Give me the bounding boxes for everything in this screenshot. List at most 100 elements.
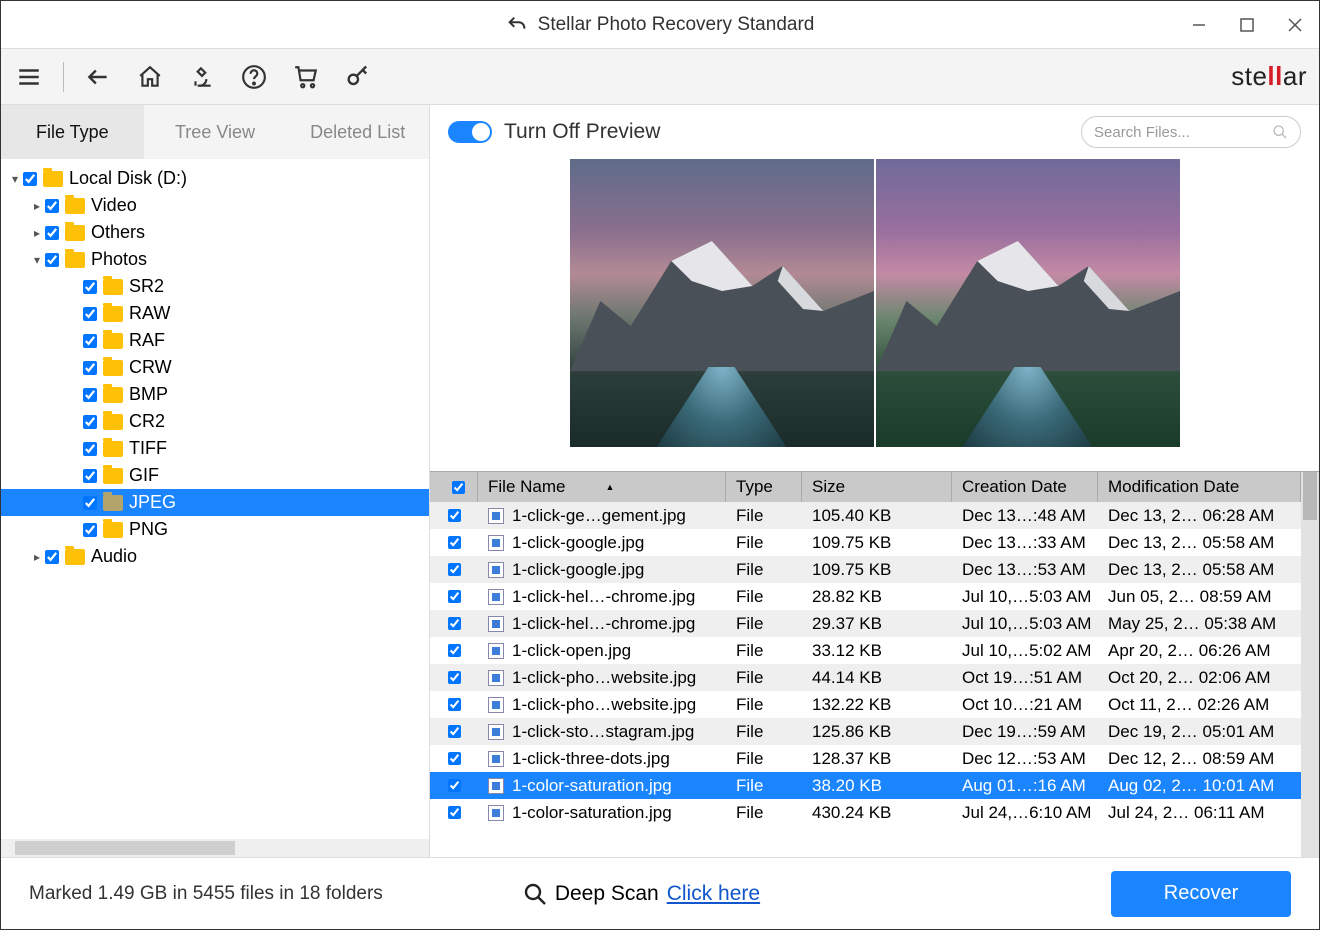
row-checkbox[interactable]	[448, 590, 461, 603]
folder-icon	[65, 225, 85, 241]
header-creation-date[interactable]: Creation Date	[952, 472, 1098, 502]
tree-label: PNG	[129, 519, 168, 540]
folder-icon	[103, 522, 123, 538]
home-icon[interactable]	[134, 61, 166, 93]
tree-checkbox[interactable]	[83, 415, 97, 429]
folder-tree[interactable]: ▾Local Disk (D:)▸Video▸Others▾PhotosSR2R…	[1, 159, 429, 839]
table-row[interactable]: 1-click-open.jpg File 33.12 KB Jul 10,…5…	[430, 637, 1301, 664]
cell-modification-date: Oct 11, 2… 02:26 AM	[1098, 695, 1301, 715]
cell-size: 29.37 KB	[802, 614, 952, 634]
recover-button[interactable]: Recover	[1111, 871, 1291, 917]
tree-node-jpeg[interactable]: JPEG	[1, 489, 429, 516]
search-input[interactable]: Search Files...	[1081, 116, 1301, 148]
tree-checkbox[interactable]	[23, 172, 37, 186]
cart-icon[interactable]	[290, 61, 322, 93]
tree-node-crw[interactable]: CRW	[1, 354, 429, 381]
tree-node-photos[interactable]: ▾Photos	[1, 246, 429, 273]
row-checkbox[interactable]	[448, 617, 461, 630]
tree-node-tiff[interactable]: TIFF	[1, 435, 429, 462]
help-icon[interactable]	[238, 61, 270, 93]
table-row[interactable]: 1-click-pho…website.jpg File 132.22 KB O…	[430, 691, 1301, 718]
menu-icon[interactable]	[13, 61, 45, 93]
tree-node-bmp[interactable]: BMP	[1, 381, 429, 408]
table-row[interactable]: 1-click-google.jpg File 109.75 KB Dec 13…	[430, 556, 1301, 583]
caret-icon[interactable]: ▸	[29, 550, 45, 564]
tree-label: CRW	[129, 357, 172, 378]
tree-checkbox[interactable]	[83, 280, 97, 294]
row-checkbox[interactable]	[448, 752, 461, 765]
caret-icon[interactable]: ▾	[7, 172, 23, 186]
header-file-name[interactable]: File Name▲	[478, 472, 726, 502]
tree-checkbox[interactable]	[83, 523, 97, 537]
table-row[interactable]: 1-click-hel…-chrome.jpg File 28.82 KB Ju…	[430, 583, 1301, 610]
row-checkbox[interactable]	[448, 671, 461, 684]
row-checkbox[interactable]	[448, 698, 461, 711]
row-checkbox[interactable]	[448, 563, 461, 576]
back-icon[interactable]	[82, 61, 114, 93]
tree-checkbox[interactable]	[83, 334, 97, 348]
tree-checkbox[interactable]	[83, 469, 97, 483]
tree-node-audio[interactable]: ▸Audio	[1, 543, 429, 570]
header-size[interactable]: Size	[802, 472, 952, 502]
close-button[interactable]	[1271, 1, 1319, 49]
row-checkbox[interactable]	[448, 644, 461, 657]
preview-pane	[430, 159, 1319, 471]
cell-size: 128.37 KB	[802, 749, 952, 769]
undo-icon[interactable]	[506, 14, 528, 36]
tab-deleted-list[interactable]: Deleted List	[286, 105, 429, 159]
tab-file-type[interactable]: File Type	[1, 105, 144, 159]
tree-checkbox[interactable]	[83, 388, 97, 402]
cell-file-name: 1-color-saturation.jpg	[512, 803, 672, 823]
caret-icon[interactable]: ▸	[29, 199, 45, 213]
tree-checkbox[interactable]	[45, 550, 59, 564]
tree-checkbox[interactable]	[83, 361, 97, 375]
tab-tree-view[interactable]: Tree View	[144, 105, 287, 159]
preview-toggle-label: Turn Off Preview	[504, 120, 660, 144]
deep-scan-link[interactable]: Click here	[667, 882, 760, 906]
row-checkbox[interactable]	[448, 779, 461, 792]
row-checkbox[interactable]	[448, 725, 461, 738]
tree-node-png[interactable]: PNG	[1, 516, 429, 543]
row-checkbox[interactable]	[448, 509, 461, 522]
search-placeholder: Search Files...	[1094, 124, 1190, 141]
table-row[interactable]: 1-click-three-dots.jpg File 128.37 KB De…	[430, 745, 1301, 772]
table-row[interactable]: 1-click-sto…stagram.jpg File 125.86 KB D…	[430, 718, 1301, 745]
row-checkbox[interactable]	[448, 536, 461, 549]
tree-node-raw[interactable]: RAW	[1, 300, 429, 327]
tree-checkbox[interactable]	[83, 496, 97, 510]
tree-checkbox[interactable]	[45, 199, 59, 213]
caret-icon[interactable]: ▸	[29, 226, 45, 240]
sidebar-scrollbar[interactable]	[1, 839, 429, 857]
vertical-scrollbar[interactable]	[1301, 472, 1319, 857]
table-row[interactable]: 1-click-ge…gement.jpg File 105.40 KB Dec…	[430, 502, 1301, 529]
cell-type: File	[726, 614, 802, 634]
tree-checkbox[interactable]	[45, 253, 59, 267]
caret-icon[interactable]: ▾	[29, 253, 45, 267]
tree-node-root[interactable]: ▾Local Disk (D:)	[1, 165, 429, 192]
preview-toggle[interactable]	[448, 121, 492, 143]
maximize-button[interactable]	[1223, 1, 1271, 49]
key-icon[interactable]	[342, 61, 374, 93]
row-checkbox[interactable]	[448, 806, 461, 819]
table-row[interactable]: 1-click-hel…-chrome.jpg File 29.37 KB Ju…	[430, 610, 1301, 637]
tree-node-video[interactable]: ▸Video	[1, 192, 429, 219]
microscope-icon[interactable]	[186, 61, 218, 93]
tree-node-cr2[interactable]: CR2	[1, 408, 429, 435]
tree-node-raf[interactable]: RAF	[1, 327, 429, 354]
tree-node-sr2[interactable]: SR2	[1, 273, 429, 300]
tree-checkbox[interactable]	[83, 307, 97, 321]
table-row[interactable]: 1-click-pho…website.jpg File 44.14 KB Oc…	[430, 664, 1301, 691]
tree-node-gif[interactable]: GIF	[1, 462, 429, 489]
tree-checkbox[interactable]	[83, 442, 97, 456]
tree-checkbox[interactable]	[45, 226, 59, 240]
table-row[interactable]: 1-click-google.jpg File 109.75 KB Dec 13…	[430, 529, 1301, 556]
minimize-button[interactable]	[1175, 1, 1223, 49]
header-type[interactable]: Type	[726, 472, 802, 502]
select-all-checkbox[interactable]	[452, 481, 465, 494]
tree-node-others[interactable]: ▸Others	[1, 219, 429, 246]
cell-type: File	[726, 533, 802, 553]
cell-type: File	[726, 776, 802, 796]
header-modification-date[interactable]: Modification Date	[1098, 472, 1301, 502]
table-row[interactable]: 1-color-saturation.jpg File 430.24 KB Ju…	[430, 799, 1301, 826]
table-row[interactable]: 1-color-saturation.jpg File 38.20 KB Aug…	[430, 772, 1301, 799]
